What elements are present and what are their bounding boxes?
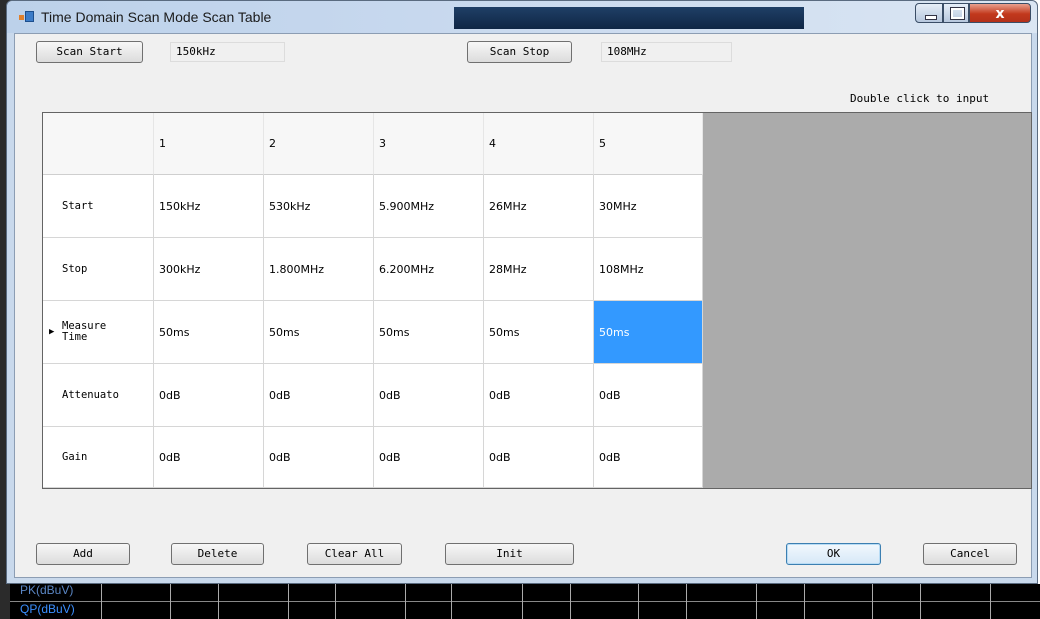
caption-buttons: x (915, 3, 1035, 25)
input-hint: Double click to input (850, 92, 990, 105)
column-header[interactable]: 5 (594, 113, 703, 175)
column-header[interactable]: 3 (374, 113, 484, 175)
row-divider (10, 601, 1040, 602)
row-header-label: Measure Time (62, 320, 107, 343)
column-divider (451, 584, 452, 619)
scan-start-field[interactable]: 150kHz (170, 42, 285, 62)
table-cell[interactable]: 0dB (264, 364, 374, 427)
add-button[interactable]: Add (36, 543, 130, 565)
table-cell[interactable]: 0dB (484, 364, 594, 427)
dialog-client-area: Scan Start 150kHz Scan Stop 108MHz Doubl… (14, 33, 1032, 578)
column-divider (405, 584, 406, 619)
table-cell[interactable]: 0dB (374, 427, 484, 488)
table-cell[interactable]: 0dB (594, 427, 703, 488)
table-cell[interactable]: 1.800MHz (264, 238, 374, 301)
close-button[interactable]: x (969, 3, 1031, 23)
table-cell[interactable]: 300kHz (154, 238, 264, 301)
table-cell[interactable]: 0dB (154, 364, 264, 427)
table-cell[interactable]: 50ms (374, 301, 484, 364)
column-divider (920, 584, 921, 619)
table-cell[interactable]: 26MHz (484, 175, 594, 238)
minimize-button[interactable] (915, 3, 943, 23)
title-bar[interactable]: Time Domain Scan Mode Scan Table x (7, 1, 1037, 33)
column-divider (638, 584, 639, 619)
column-divider (756, 584, 757, 619)
column-divider (686, 584, 687, 619)
table-cell[interactable]: 6.200MHz (374, 238, 484, 301)
scan-table-dialog: Time Domain Scan Mode Scan Table x Scan … (6, 0, 1038, 584)
table-cell[interactable]: 150kHz (154, 175, 264, 238)
scan-table-grid[interactable]: 1 2 3 4 5 Start 150kHz 530kHz 5.900MHz 2… (42, 112, 1032, 489)
table-cell[interactable]: 50ms (484, 301, 594, 364)
ok-button[interactable]: OK (786, 543, 881, 565)
close-icon: x (995, 6, 1005, 22)
table-cell[interactable]: 108MHz (594, 238, 703, 301)
column-divider (288, 584, 289, 619)
maximize-button[interactable] (943, 3, 969, 23)
init-button[interactable]: Init (445, 543, 574, 565)
column-divider (872, 584, 873, 619)
table-cell[interactable]: 50ms (154, 301, 264, 364)
table-cell[interactable]: 0dB (154, 427, 264, 488)
row-header-start[interactable]: Start (43, 175, 154, 238)
column-divider (804, 584, 805, 619)
column-divider (101, 584, 102, 619)
column-divider (170, 584, 171, 619)
column-divider (218, 584, 219, 619)
table-cell[interactable]: 0dB (264, 427, 374, 488)
table-cell[interactable]: 28MHz (484, 238, 594, 301)
table-cell[interactable]: 0dB (594, 364, 703, 427)
window-title: Time Domain Scan Mode Scan Table (41, 9, 272, 25)
scan-stop-field[interactable]: 108MHz (601, 42, 732, 62)
clear-all-button[interactable]: Clear All (307, 543, 402, 565)
background-app-table: PK(dBuV) QP(dBuV) (10, 583, 1040, 619)
table-cell[interactable]: 0dB (484, 427, 594, 488)
cancel-button[interactable]: Cancel (923, 543, 1017, 565)
row-header-stop[interactable]: Stop (43, 238, 154, 301)
title-bar-overlay (454, 7, 804, 29)
qp-label: QP(dBuV) (20, 602, 75, 616)
scan-start-button[interactable]: Scan Start (36, 41, 143, 63)
scan-stop-button[interactable]: Scan Stop (467, 41, 572, 63)
column-divider (990, 584, 991, 619)
table-cell[interactable]: 0dB (374, 364, 484, 427)
column-divider (335, 584, 336, 619)
pk-label: PK(dBuV) (20, 583, 74, 597)
current-row-indicator-icon: ▶ (49, 326, 55, 337)
column-header[interactable]: 4 (484, 113, 594, 175)
column-divider (570, 584, 571, 619)
table-cell[interactable]: 30MHz (594, 175, 703, 238)
row-header-gain[interactable]: Gain (43, 427, 154, 488)
table-cell[interactable]: 50ms (264, 301, 374, 364)
row-header-measure-time[interactable]: ▶ Measure Time (43, 301, 154, 364)
table-cell[interactable]: 530kHz (264, 175, 374, 238)
app-window-icon (19, 10, 34, 22)
column-header[interactable]: 2 (264, 113, 374, 175)
column-divider (522, 584, 523, 619)
column-header[interactable]: 1 (154, 113, 264, 175)
table-cell[interactable]: 5.900MHz (374, 175, 484, 238)
table-cell-selected[interactable]: 50ms (594, 301, 703, 364)
delete-button[interactable]: Delete (171, 543, 264, 565)
row-header-attenuator[interactable]: Attenuato (43, 364, 154, 427)
grid-corner-header (43, 113, 154, 175)
